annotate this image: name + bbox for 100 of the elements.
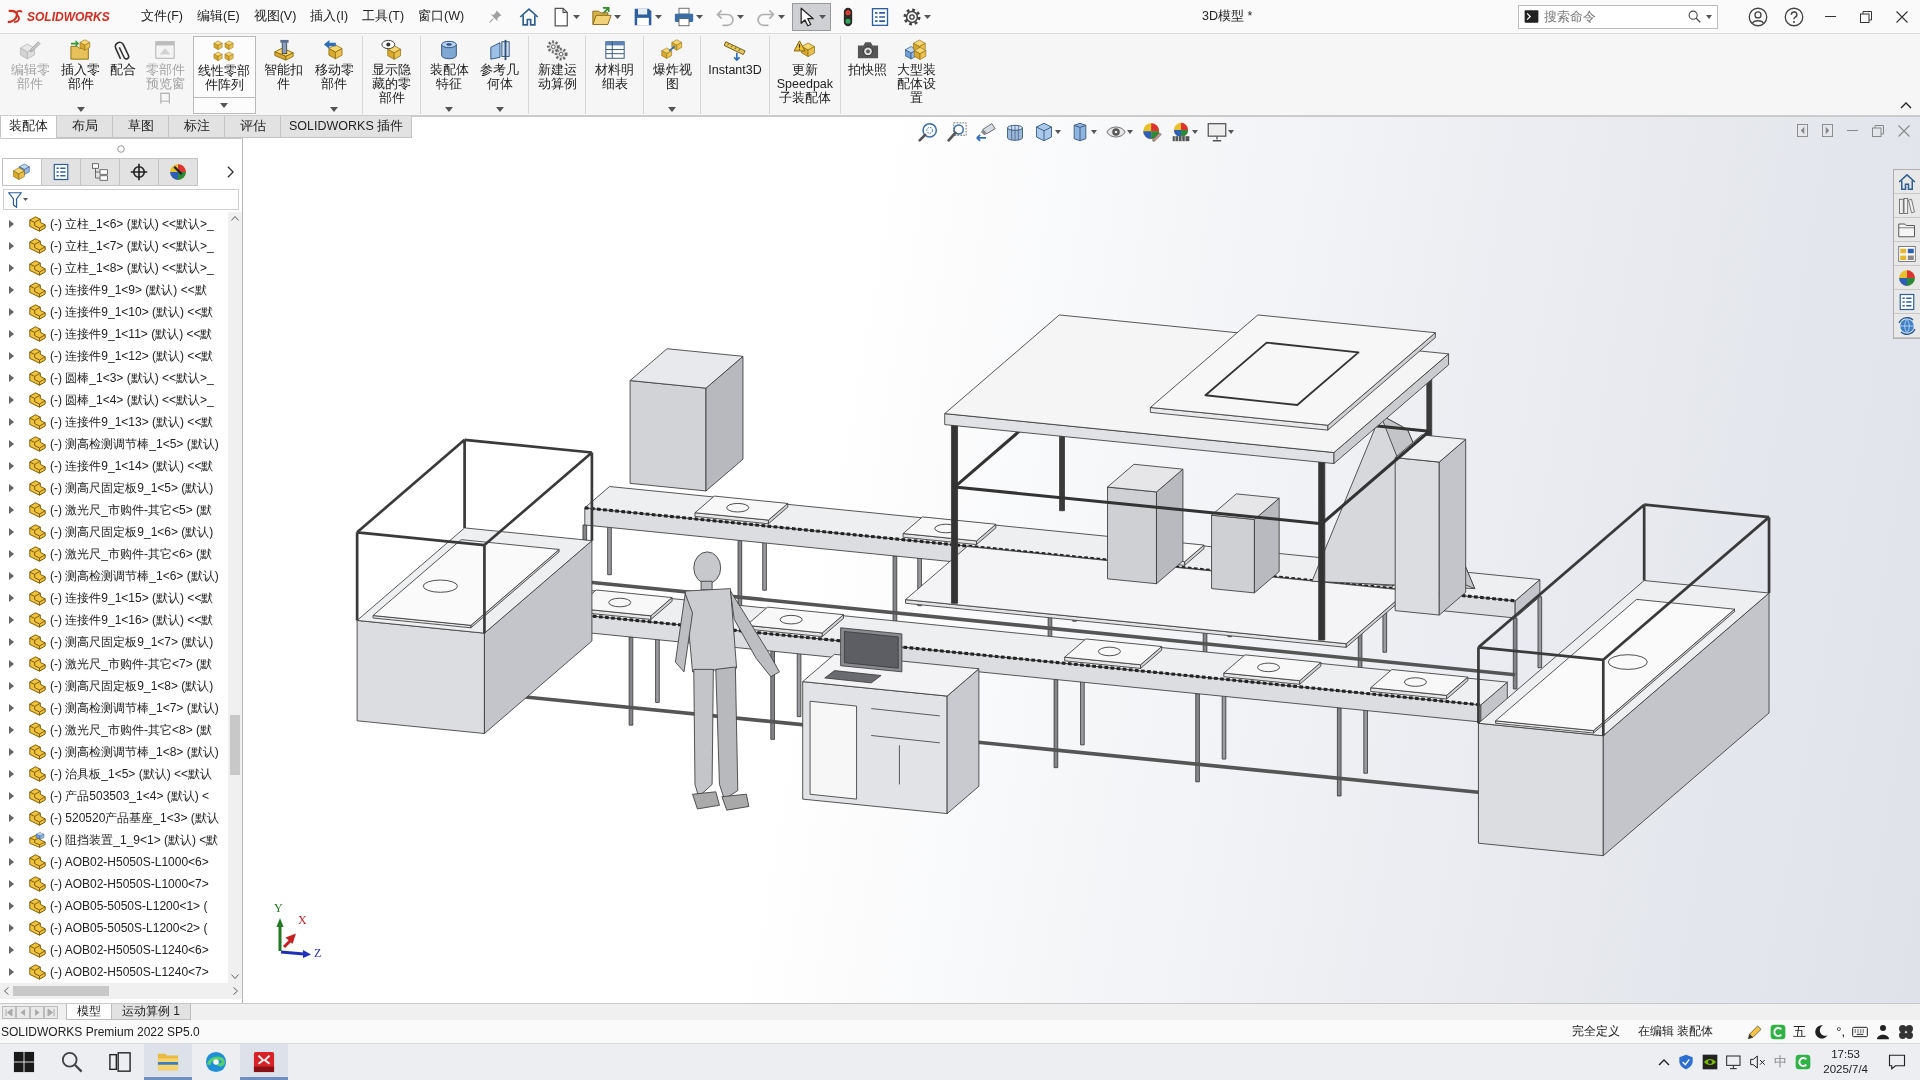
ribbon-button[interactable]: 显示隐藏的零部件	[366, 36, 417, 114]
tree-item[interactable]: (-) 测高尺固定板9_1<7> (默认)	[0, 631, 228, 653]
ime-mode[interactable]: 五	[1793, 1022, 1807, 1041]
expand-arrow-icon[interactable]	[9, 572, 14, 580]
speaker-muted-icon[interactable]	[1750, 1054, 1767, 1070]
panel-tab[interactable]	[41, 158, 81, 186]
tree-item[interactable]: (-) 立柱_1<8> (默认) <<默认>_	[0, 257, 228, 279]
ribbon-button[interactable]: 插入零部件	[55, 36, 106, 114]
menu-item[interactable]: 窗口(W)	[411, 4, 472, 29]
scrollbar-thumb[interactable]	[230, 715, 240, 775]
tree-item[interactable]: (-) 测高检测调节棒_1<7> (默认)	[0, 697, 228, 719]
ime-logo-icon[interactable]	[1770, 1023, 1787, 1040]
ribbon-button[interactable]: 拍快照	[844, 36, 892, 114]
menu-item[interactable]: 工具(T)	[355, 4, 412, 29]
ribbon-button[interactable]: Instant3D	[704, 36, 766, 114]
tree-item[interactable]: (-) 连接件9_1<15> (默认) <<默	[0, 587, 228, 609]
tree-item[interactable]: (-) 激光尺_市购件-其它<5> (默	[0, 499, 228, 521]
globe-arrows-button[interactable]	[1894, 314, 1920, 338]
tile-right-icon[interactable]	[1822, 124, 1833, 137]
user-icon[interactable]	[1748, 6, 1768, 27]
expand-arrow-icon[interactable]	[9, 946, 14, 954]
expand-arrow-icon[interactable]	[9, 264, 14, 272]
clock-time[interactable]: 17:53	[1831, 1047, 1860, 1062]
tree-item[interactable]: (-) 立柱_1<7> (默认) <<默认>_	[0, 235, 228, 257]
expand-arrow-icon[interactable]	[9, 924, 14, 932]
horizontal-scrollbar[interactable]	[0, 983, 242, 999]
expand-arrow-icon[interactable]	[9, 792, 14, 800]
ribbon-tab[interactable]: SOLIDWORKS 插件	[280, 116, 413, 138]
ribbon-button[interactable]: 材料明细表	[589, 36, 640, 114]
expand-arrow-icon[interactable]	[9, 616, 14, 624]
panel-tab[interactable]	[119, 158, 159, 186]
expand-arrow-icon[interactable]	[9, 902, 14, 910]
menu-item[interactable]: 文件(F)	[134, 4, 190, 29]
tree-item[interactable]: (-) 连接件9_1<13> (默认) <<默	[0, 411, 228, 433]
help-icon[interactable]	[1784, 6, 1804, 27]
ribbon-tab[interactable]: 布局	[56, 116, 113, 138]
tree-item[interactable]: (-) AOB05-5050S-L1200<1> (	[0, 895, 228, 917]
expand-arrow-icon[interactable]	[9, 506, 14, 514]
ribbon-button[interactable]: 装配体特征	[423, 36, 475, 114]
expand-arrow-icon[interactable]	[9, 242, 14, 250]
search-box[interactable]: 搜索命令	[1518, 4, 1718, 29]
restore-icon[interactable]	[1860, 10, 1872, 23]
expand-arrow-icon[interactable]	[9, 594, 14, 602]
expand-arrow-icon[interactable]	[9, 550, 14, 558]
expand-arrow-icon[interactable]	[9, 396, 14, 404]
tree-item[interactable]: (-) 测高检测调节棒_1<8> (默认)	[0, 741, 228, 763]
tree-item[interactable]: (-) 治具板_1<5> (默认) <<默认	[0, 763, 228, 785]
shield-icon[interactable]	[1678, 1054, 1695, 1070]
moon-icon[interactable]	[1813, 1023, 1830, 1040]
expand-arrow-icon[interactable]	[9, 770, 14, 778]
tree-item[interactable]: (-) AOB02-H5050S-L1000<6>	[0, 851, 228, 873]
tree-item[interactable]: (-) 连接件9_1<9> (默认) <<默	[0, 279, 228, 301]
menu-item[interactable]: 编辑(E)	[189, 4, 247, 29]
panel-tab[interactable]	[80, 158, 120, 186]
tree-item[interactable]: (-) 圆棒_1<3> (默认) <<默认>_	[0, 367, 228, 389]
tree-item[interactable]: (-) 激光尺_市购件-其它<8> (默	[0, 719, 228, 741]
expand-arrow-icon[interactable]	[9, 484, 14, 492]
tree-item[interactable]: (-) 激光尺_市购件-其它<7> (默	[0, 653, 228, 675]
ime-mode[interactable]: °,	[1836, 1024, 1845, 1039]
expand-arrow-icon[interactable]	[9, 528, 14, 536]
expand-arrow-icon[interactable]	[9, 682, 14, 690]
expand-arrow-icon[interactable]	[9, 418, 14, 426]
expand-arrow-icon[interactable]	[9, 880, 14, 888]
expand-arrow-icon[interactable]	[9, 308, 14, 316]
expand-arrow-icon[interactable]	[9, 462, 14, 470]
panel-tab[interactable]	[158, 158, 198, 186]
tree-item[interactable]: (-) 立柱_1<6> (默认) <<默认>_	[0, 213, 228, 235]
expand-arrow-icon[interactable]	[9, 638, 14, 646]
tree-item[interactable]: (-) 测高检测调节棒_1<6> (默认)	[0, 565, 228, 587]
ribbon-button[interactable]: 新建运动算例	[531, 36, 583, 114]
tree-item[interactable]: (-) AOB02-H5050S-L1240<7>	[0, 961, 228, 983]
person-icon[interactable]	[1875, 1023, 1891, 1040]
ribbon-button[interactable]: 参考几何体	[474, 36, 525, 114]
tree-item[interactable]: (-) 激光尺_市购件-其它<6> (默	[0, 543, 228, 565]
menu-item[interactable]: 视图(V)	[246, 4, 304, 29]
tree-item[interactable]: (-) AOB05-5050S-L1200<2> (	[0, 917, 228, 939]
tree-item[interactable]: (-) 阻挡装置_1_9<1> (默认) <默	[0, 829, 228, 851]
tile-left-icon[interactable]	[1797, 124, 1808, 137]
clover-icon[interactable]	[1898, 1023, 1914, 1040]
ribbon-button[interactable]: 大型装配体设置	[891, 36, 942, 114]
model-tab[interactable]: 运动算例 1	[111, 1004, 191, 1020]
grip-dot-icon[interactable]	[117, 144, 125, 153]
ribbon-tab[interactable]: 标注	[168, 116, 225, 138]
expand-arrow-icon[interactable]	[9, 286, 14, 294]
tree-item[interactable]: (-) 测高尺固定板9_1<6> (默认)	[0, 521, 228, 543]
chevron-up-icon[interactable]	[1900, 102, 1912, 109]
tree-item[interactable]: (-) 测高尺固定板9_1<8> (默认)	[0, 675, 228, 697]
tree-item[interactable]: (-) 测高尺固定板9_1<5> (默认)	[0, 477, 228, 499]
tree-item[interactable]: (-) 连接件9_1<16> (默认) <<默	[0, 609, 228, 631]
clock-date[interactable]: 2025/7/4	[1823, 1062, 1868, 1077]
expand-arrow-icon[interactable]	[9, 814, 14, 822]
chevron-right-icon[interactable]	[227, 166, 234, 178]
model-tab[interactable]: 模型	[66, 1004, 112, 1020]
search-icon[interactable]	[1688, 10, 1701, 23]
expand-arrow-icon[interactable]	[9, 726, 14, 734]
expand-arrow-icon[interactable]	[9, 968, 14, 976]
ribbon-button[interactable]: 移动零部件	[308, 36, 360, 114]
scroll-right-icon[interactable]	[233, 987, 238, 995]
tree-item[interactable]: (-) 测高检测调节棒_1<5> (默认)	[0, 433, 228, 455]
tree-item[interactable]: (-) 连接件9_1<11> (默认) <<默	[0, 323, 228, 345]
